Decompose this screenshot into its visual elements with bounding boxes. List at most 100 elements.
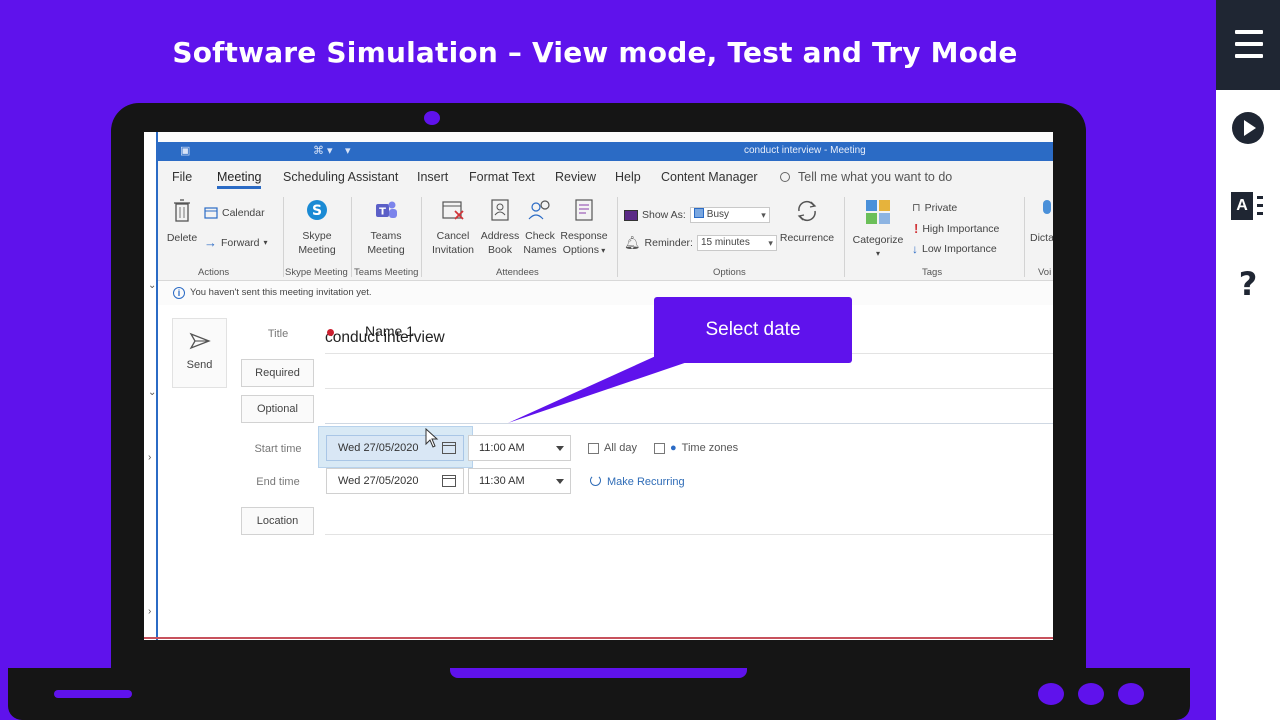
show-as-label: Show As: <box>642 209 686 221</box>
end-date-picker[interactable]: Wed 27/05/2020 <box>326 468 464 494</box>
laptop-light <box>1118 683 1144 705</box>
response-options-icon <box>575 199 593 221</box>
time-zones-checkbox[interactable]: ● Time zones <box>654 442 738 454</box>
checkbox-box <box>654 442 665 454</box>
show-as-control[interactable]: Show As: Busy <box>624 207 770 223</box>
delete-button[interactable]: Delete <box>164 199 200 245</box>
ribbon-divider <box>617 197 618 277</box>
tab-content-manager[interactable]: Content Manager <box>661 170 758 184</box>
forward-button[interactable]: → Forward ▾ <box>204 235 268 250</box>
tab-insert[interactable]: Insert <box>417 170 448 184</box>
calendar-icon[interactable] <box>442 475 456 487</box>
menu-icon <box>1235 42 1263 46</box>
tab-meeting[interactable]: Meeting <box>217 170 262 189</box>
location-button[interactable]: Location <box>241 507 314 535</box>
required-attendees-button[interactable]: Required <box>241 359 314 387</box>
recurrence-icon <box>590 475 601 486</box>
cancel-invitation-button[interactable]: Cancel Invitation <box>428 199 478 257</box>
chevron-down-icon[interactable]: ⌄ <box>148 280 156 291</box>
teams-label-1: Teams <box>370 230 402 242</box>
reminder-control[interactable]: 🔔︎ Reminder: 15 minutes <box>624 235 777 251</box>
chevron-down-icon: ▾ <box>598 246 606 255</box>
tab-review[interactable]: Review <box>555 170 596 184</box>
address-book-button[interactable]: Address Book <box>478 199 522 257</box>
glossary-line <box>1257 196 1263 199</box>
tab-scheduling-assistant[interactable]: Scheduling Assistant <box>283 170 398 184</box>
skype-label-1: Skype <box>302 230 332 242</box>
skype-icon: S <box>307 200 327 220</box>
dictate-button[interactable]: Dicta <box>1030 199 1053 245</box>
teams-meeting-button[interactable]: T Teams Meeting <box>357 199 415 257</box>
trash-icon <box>174 199 190 222</box>
send-label: Send <box>186 359 213 371</box>
info-message: You haven't sent this meeting invitation… <box>190 287 372 298</box>
ribbon-divider <box>421 197 422 277</box>
end-time-dropdown[interactable]: 11:30 AM <box>468 468 571 494</box>
menu-icon <box>1235 54 1263 58</box>
save-icon[interactable]: ▣ <box>180 144 190 157</box>
lock-icon: ⊓ <box>912 202 921 214</box>
screen-bottom-border <box>144 637 1053 639</box>
start-time-label: Start time <box>254 443 302 455</box>
window-title: conduct interview - Meeting <box>744 145 866 156</box>
check-names-icon <box>528 200 550 220</box>
glossary-button[interactable]: A <box>1230 188 1266 224</box>
play-button[interactable] <box>1230 110 1266 146</box>
all-day-checkbox[interactable]: All day <box>588 442 637 454</box>
microphone-icon <box>1043 200 1051 214</box>
play-icon <box>1232 112 1264 144</box>
categorize-button[interactable]: Categorize ▾ <box>848 199 908 261</box>
chevron-right-icon[interactable]: › <box>148 606 151 617</box>
tell-me-search[interactable]: Tell me what you want to do <box>780 170 952 184</box>
all-day-label: All day <box>604 442 638 454</box>
help-button[interactable]: ? <box>1230 266 1266 302</box>
show-as-dropdown[interactable]: Busy <box>689 207 770 223</box>
checkbox-box <box>588 442 599 454</box>
high-importance-button[interactable]: ! High Importance <box>914 221 999 236</box>
location-underline <box>325 534 1053 535</box>
low-importance-button[interactable]: ↓ Low Importance <box>912 242 997 256</box>
group-label-voice: Voi <box>1038 267 1052 278</box>
calendar-button[interactable]: Calendar <box>204 207 265 219</box>
low-importance-label: Low Importance <box>922 243 997 255</box>
reminder-dropdown[interactable]: 15 minutes <box>696 235 777 251</box>
optional-attendees-button[interactable]: Optional <box>241 395 314 423</box>
high-importance-label: High Importance <box>922 222 1000 235</box>
categorize-label: Categorize <box>852 234 904 246</box>
chevron-right-icon[interactable]: › <box>148 452 151 463</box>
start-date-picker[interactable]: Wed 27/05/2020 <box>326 435 464 461</box>
recurrence-button[interactable]: Recurrence <box>778 199 836 245</box>
laptop-notch <box>450 668 747 678</box>
calendar-icon[interactable] <box>442 442 456 454</box>
forward-label: Forward <box>221 236 260 249</box>
tab-format-text[interactable]: Format Text <box>469 170 535 184</box>
private-label: Private <box>924 201 958 214</box>
required-attendee[interactable]: Name 1 <box>365 323 414 339</box>
tab-file[interactable]: File <box>172 170 192 184</box>
address-label-2: Book <box>488 244 512 256</box>
group-label-tags: Tags <box>922 267 943 278</box>
skype-meeting-button[interactable]: S Skype Meeting <box>288 199 346 257</box>
check-label-2: Names <box>523 244 557 256</box>
tab-help[interactable]: Help <box>615 170 641 184</box>
customize-toolbar-icon[interactable]: ▾ <box>345 144 351 157</box>
skype-label-2: Meeting <box>298 244 336 256</box>
categorize-icon <box>866 200 890 224</box>
send-button[interactable]: Send <box>172 318 227 388</box>
start-time-dropdown[interactable]: 11:00 AM <box>468 435 571 461</box>
glossary-line <box>1257 212 1263 215</box>
quick-access-icon[interactable]: ⌘ ▾ <box>313 144 333 157</box>
teams-icon: T <box>376 201 397 218</box>
check-names-button[interactable]: Check Names <box>522 199 558 257</box>
response-options-button[interactable]: Response Options ▾ <box>558 199 610 258</box>
private-button[interactable]: ⊓ Private <box>912 201 958 215</box>
group-label-actions: Actions <box>198 267 230 278</box>
menu-button[interactable] <box>1216 0 1280 90</box>
info-icon: i <box>173 287 185 299</box>
exclamation-icon: ! <box>914 221 919 236</box>
group-label-attendees: Attendees <box>496 267 539 278</box>
globe-icon: ● <box>670 442 677 454</box>
chevron-down-icon[interactable]: ⌄ <box>148 387 156 398</box>
callout-pointer <box>508 355 708 423</box>
make-recurring-link[interactable]: Make Recurring <box>590 475 685 488</box>
